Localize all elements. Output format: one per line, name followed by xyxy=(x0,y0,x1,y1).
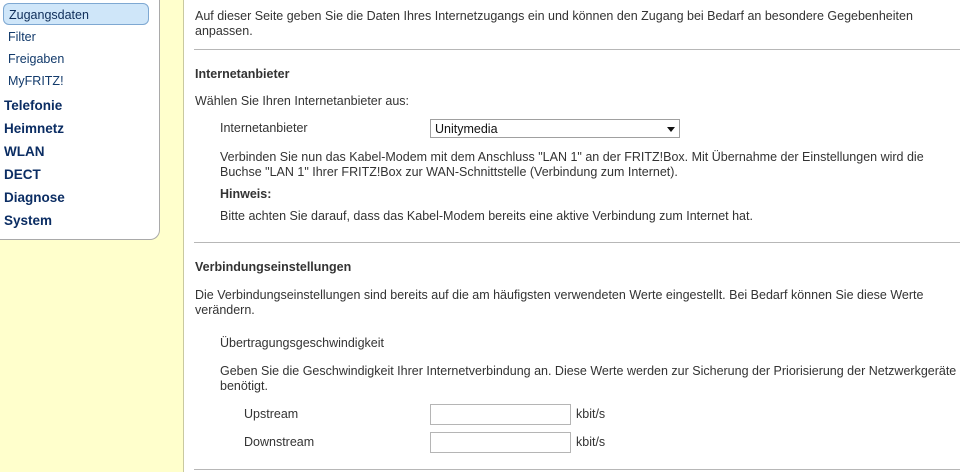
section-divider xyxy=(194,242,960,243)
hint-title: Hinweis: xyxy=(220,187,272,201)
nav-item-telefonie[interactable]: Telefonie xyxy=(4,95,62,117)
nav-item-freigaben[interactable]: Freigaben xyxy=(8,49,64,69)
chevron-down-icon xyxy=(667,127,675,132)
speed-description: Geben Sie die Geschwindigkeit Ihrer Inte… xyxy=(220,364,957,393)
speed-title: Übertragungsgeschwindigkeit xyxy=(220,336,384,350)
nav-item-filter[interactable]: Filter xyxy=(8,27,36,47)
provider-label: Internetanbieter xyxy=(220,121,308,135)
nav-item-system[interactable]: System xyxy=(4,210,52,232)
nav-item-zugangsdaten[interactable]: Zugangsdaten xyxy=(3,3,149,25)
connect-instructions: Verbinden Sie nun das Kabel-Modem mit de… xyxy=(220,150,924,179)
section-divider xyxy=(194,49,960,50)
downstream-input[interactable] xyxy=(430,432,571,453)
left-navigation: Zugangsdaten Filter Freigaben MyFRITZ! T… xyxy=(0,0,160,240)
nav-item-wlan[interactable]: WLAN xyxy=(4,141,45,163)
upstream-unit: kbit/s xyxy=(576,407,606,421)
section-heading-verbindungseinstellungen: Verbindungseinstellungen xyxy=(195,260,352,274)
section-heading-internetanbieter: Internetanbieter xyxy=(195,67,290,81)
nav-item-dect[interactable]: DECT xyxy=(4,164,41,186)
nav-item-heimnetz[interactable]: Heimnetz xyxy=(4,118,64,140)
intro-text: Auf dieser Seite geben Sie die Daten Ihr… xyxy=(195,9,913,38)
downstream-unit: kbit/s xyxy=(576,435,606,449)
upstream-input[interactable] xyxy=(430,404,571,425)
section-divider xyxy=(194,469,960,470)
connection-description: Die Verbindungseinstellungen sind bereit… xyxy=(195,288,924,317)
downstream-label: Downstream xyxy=(244,435,315,449)
hint-text: Bitte achten Sie darauf, dass das Kabel-… xyxy=(220,209,753,223)
provider-select[interactable]: Unitymedia xyxy=(430,119,680,138)
provider-prompt: Wählen Sie Ihren Internetanbieter aus: xyxy=(195,94,410,108)
upstream-label: Upstream xyxy=(244,407,299,421)
provider-select-value: Unitymedia xyxy=(435,122,498,136)
nav-item-diagnose[interactable]: Diagnose xyxy=(4,187,65,209)
nav-item-myfritz[interactable]: MyFRITZ! xyxy=(8,71,64,91)
content-panel: Auf dieser Seite geben Sie die Daten Ihr… xyxy=(183,0,972,472)
